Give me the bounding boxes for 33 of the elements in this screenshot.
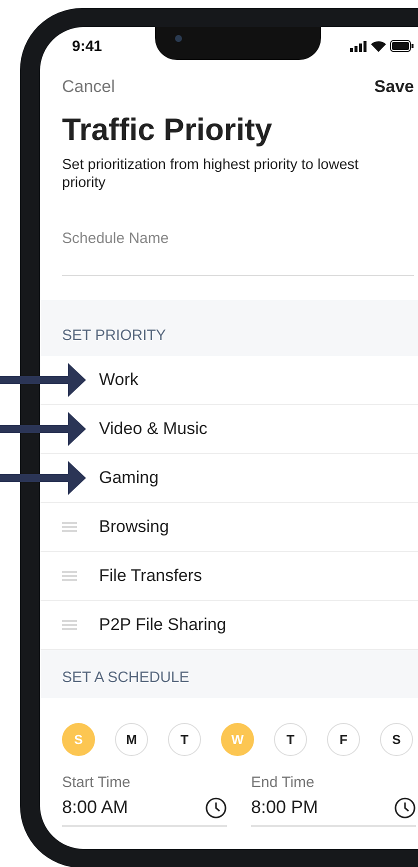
save-button[interactable]: Save <box>374 77 414 97</box>
clock-icon <box>394 797 416 819</box>
wifi-icon <box>371 40 386 52</box>
clock-icon <box>205 797 227 819</box>
priority-label: P2P File Sharing <box>99 615 226 635</box>
priority-label: File Transfers <box>99 566 202 586</box>
battery-icon <box>390 40 414 52</box>
priority-label: Gaming <box>99 468 159 488</box>
section-title: SET A SCHEDULE <box>62 669 190 686</box>
priority-label: Browsing <box>99 517 169 537</box>
drag-handle-icon[interactable] <box>62 522 77 532</box>
day-toggle[interactable]: T <box>168 723 201 756</box>
day-toggle[interactable]: T <box>274 723 307 756</box>
drag-handle-icon[interactable] <box>62 571 77 581</box>
priority-row[interactable]: File Transfers <box>40 552 418 601</box>
priority-label: Work <box>99 370 138 390</box>
section-title: SET PRIORITY <box>62 327 166 344</box>
time-field[interactable]: 8:00 PM <box>251 797 416 827</box>
camera-icon <box>175 35 182 42</box>
day-toggle[interactable]: M <box>115 723 148 756</box>
time-label: End Time <box>251 774 316 791</box>
priority-row[interactable]: Browsing <box>40 503 418 552</box>
cancel-button[interactable]: Cancel <box>62 77 115 97</box>
signal-icon <box>350 40 367 52</box>
day-toggle[interactable]: F <box>327 723 360 756</box>
page-title: Traffic Priority <box>62 112 274 148</box>
drag-handle-icon[interactable] <box>62 620 77 630</box>
time-label: Start Time <box>62 774 132 791</box>
page-subtitle: Set prioritization from highest priority to lowest priority <box>62 156 360 192</box>
priority-label: Video & Music <box>99 419 208 439</box>
time-field[interactable]: 8:00 AM <box>62 797 227 827</box>
day-toggle[interactable]: S <box>380 723 413 756</box>
status-time: 9:41 <box>72 38 102 54</box>
